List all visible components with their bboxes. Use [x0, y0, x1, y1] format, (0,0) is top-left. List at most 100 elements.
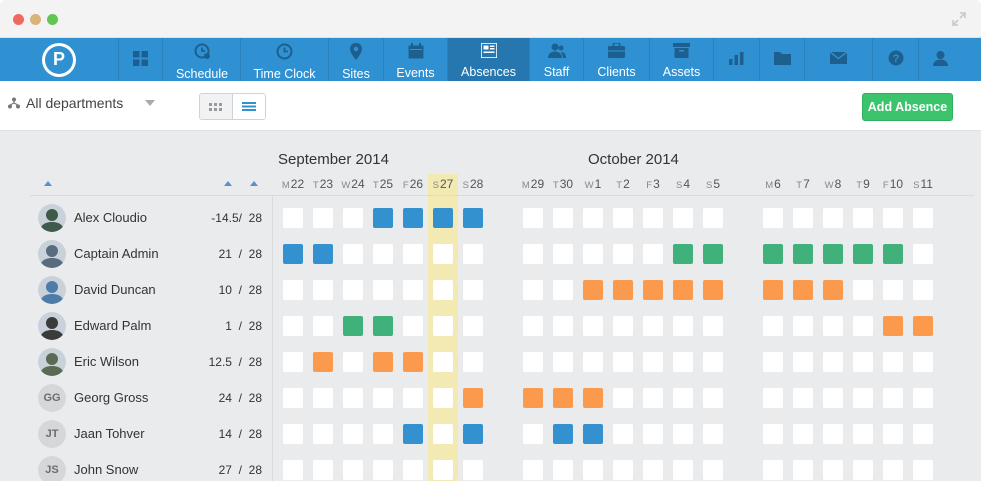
nav-item-staff[interactable]: Staff [529, 38, 583, 81]
day-cell[interactable] [793, 460, 813, 480]
day-cell[interactable] [763, 352, 783, 372]
add-absence-button[interactable]: Add Absence [862, 93, 953, 121]
nav-item-profile[interactable] [918, 38, 962, 81]
nav-item-sites[interactable]: Sites [328, 38, 383, 81]
day-cell[interactable] [283, 460, 303, 480]
day-cell[interactable] [703, 424, 723, 444]
absence-cell-green[interactable] [373, 316, 393, 336]
department-select[interactable]: All departments [8, 95, 156, 111]
absence-cell-orange[interactable] [913, 316, 933, 336]
day-cell[interactable] [643, 388, 663, 408]
zoom-window-button[interactable] [47, 14, 58, 25]
day-cell[interactable] [583, 244, 603, 264]
day-cell[interactable] [913, 352, 933, 372]
day-cell[interactable] [883, 280, 903, 300]
day-cell[interactable] [763, 388, 783, 408]
nav-item-assets[interactable]: Assets [649, 38, 713, 81]
nav-item-messages[interactable] [804, 38, 872, 81]
absence-cell-orange[interactable] [463, 388, 483, 408]
day-cell[interactable] [463, 280, 483, 300]
day-cell[interactable] [703, 460, 723, 480]
absence-cell-blue[interactable] [283, 244, 303, 264]
day-cell[interactable] [643, 424, 663, 444]
day-cell[interactable] [433, 244, 453, 264]
day-cell[interactable] [283, 388, 303, 408]
day-cell[interactable] [673, 208, 693, 228]
absence-cell-blue[interactable] [583, 424, 603, 444]
day-cell[interactable] [343, 424, 363, 444]
day-cell[interactable] [643, 244, 663, 264]
day-cell[interactable] [463, 460, 483, 480]
day-cell[interactable] [673, 352, 693, 372]
day-cell[interactable] [373, 244, 393, 264]
absence-cell-green[interactable] [673, 244, 693, 264]
day-cell[interactable] [553, 352, 573, 372]
day-cell[interactable] [283, 316, 303, 336]
absence-cell-blue[interactable] [463, 208, 483, 228]
day-cell[interactable] [523, 352, 543, 372]
day-cell[interactable] [853, 424, 873, 444]
absence-cell-orange[interactable] [313, 352, 333, 372]
nav-item-schedule[interactable]: Schedule [162, 38, 241, 81]
absence-cell-green[interactable] [883, 244, 903, 264]
absence-cell-green[interactable] [763, 244, 783, 264]
absence-cell-orange[interactable] [823, 280, 843, 300]
day-cell[interactable] [613, 244, 633, 264]
sort-name-arrow-icon[interactable] [44, 181, 52, 186]
day-cell[interactable] [373, 280, 393, 300]
absence-cell-blue[interactable] [373, 208, 393, 228]
day-cell[interactable] [433, 352, 453, 372]
day-cell[interactable] [913, 244, 933, 264]
day-cell[interactable] [823, 352, 843, 372]
day-cell[interactable] [343, 388, 363, 408]
day-cell[interactable] [283, 352, 303, 372]
day-cell[interactable] [853, 352, 873, 372]
day-cell[interactable] [853, 208, 873, 228]
day-cell[interactable] [583, 208, 603, 228]
day-cell[interactable] [613, 208, 633, 228]
day-cell[interactable] [313, 388, 333, 408]
employee-name[interactable]: David Duncan [74, 282, 156, 297]
day-cell[interactable] [553, 244, 573, 264]
day-cell[interactable] [673, 388, 693, 408]
sort-used-arrow-icon[interactable] [224, 181, 232, 186]
day-cell[interactable] [523, 208, 543, 228]
day-cell[interactable] [703, 208, 723, 228]
day-cell[interactable] [613, 460, 633, 480]
absence-cell-orange[interactable] [883, 316, 903, 336]
absence-cell-orange[interactable] [373, 352, 393, 372]
day-cell[interactable] [433, 424, 453, 444]
day-cell[interactable] [793, 316, 813, 336]
day-cell[interactable] [403, 244, 423, 264]
day-cell[interactable] [793, 424, 813, 444]
absence-cell-orange[interactable] [583, 280, 603, 300]
day-cell[interactable] [823, 460, 843, 480]
day-cell[interactable] [343, 208, 363, 228]
day-cell[interactable] [433, 316, 453, 336]
day-cell[interactable] [313, 424, 333, 444]
employee-name[interactable]: Alex Cloudio [74, 210, 147, 225]
close-window-button[interactable] [13, 14, 24, 25]
absence-cell-blue[interactable] [313, 244, 333, 264]
day-cell[interactable] [523, 424, 543, 444]
day-cell[interactable] [343, 244, 363, 264]
nav-item-timeclock[interactable]: Time Clock [240, 38, 328, 81]
day-cell[interactable] [913, 208, 933, 228]
day-cell[interactable] [793, 208, 813, 228]
day-cell[interactable] [913, 280, 933, 300]
sort-total-arrow-icon[interactable] [250, 181, 258, 186]
day-cell[interactable] [343, 352, 363, 372]
list-view-button[interactable] [232, 94, 265, 119]
day-cell[interactable] [313, 208, 333, 228]
absence-cell-orange[interactable] [583, 388, 603, 408]
day-cell[interactable] [463, 244, 483, 264]
day-cell[interactable] [373, 388, 393, 408]
day-cell[interactable] [643, 208, 663, 228]
day-cell[interactable] [283, 424, 303, 444]
absence-cell-orange[interactable] [403, 352, 423, 372]
nav-item-files[interactable] [759, 38, 804, 81]
day-cell[interactable] [763, 424, 783, 444]
day-cell[interactable] [313, 280, 333, 300]
day-cell[interactable] [373, 424, 393, 444]
day-cell[interactable] [403, 316, 423, 336]
